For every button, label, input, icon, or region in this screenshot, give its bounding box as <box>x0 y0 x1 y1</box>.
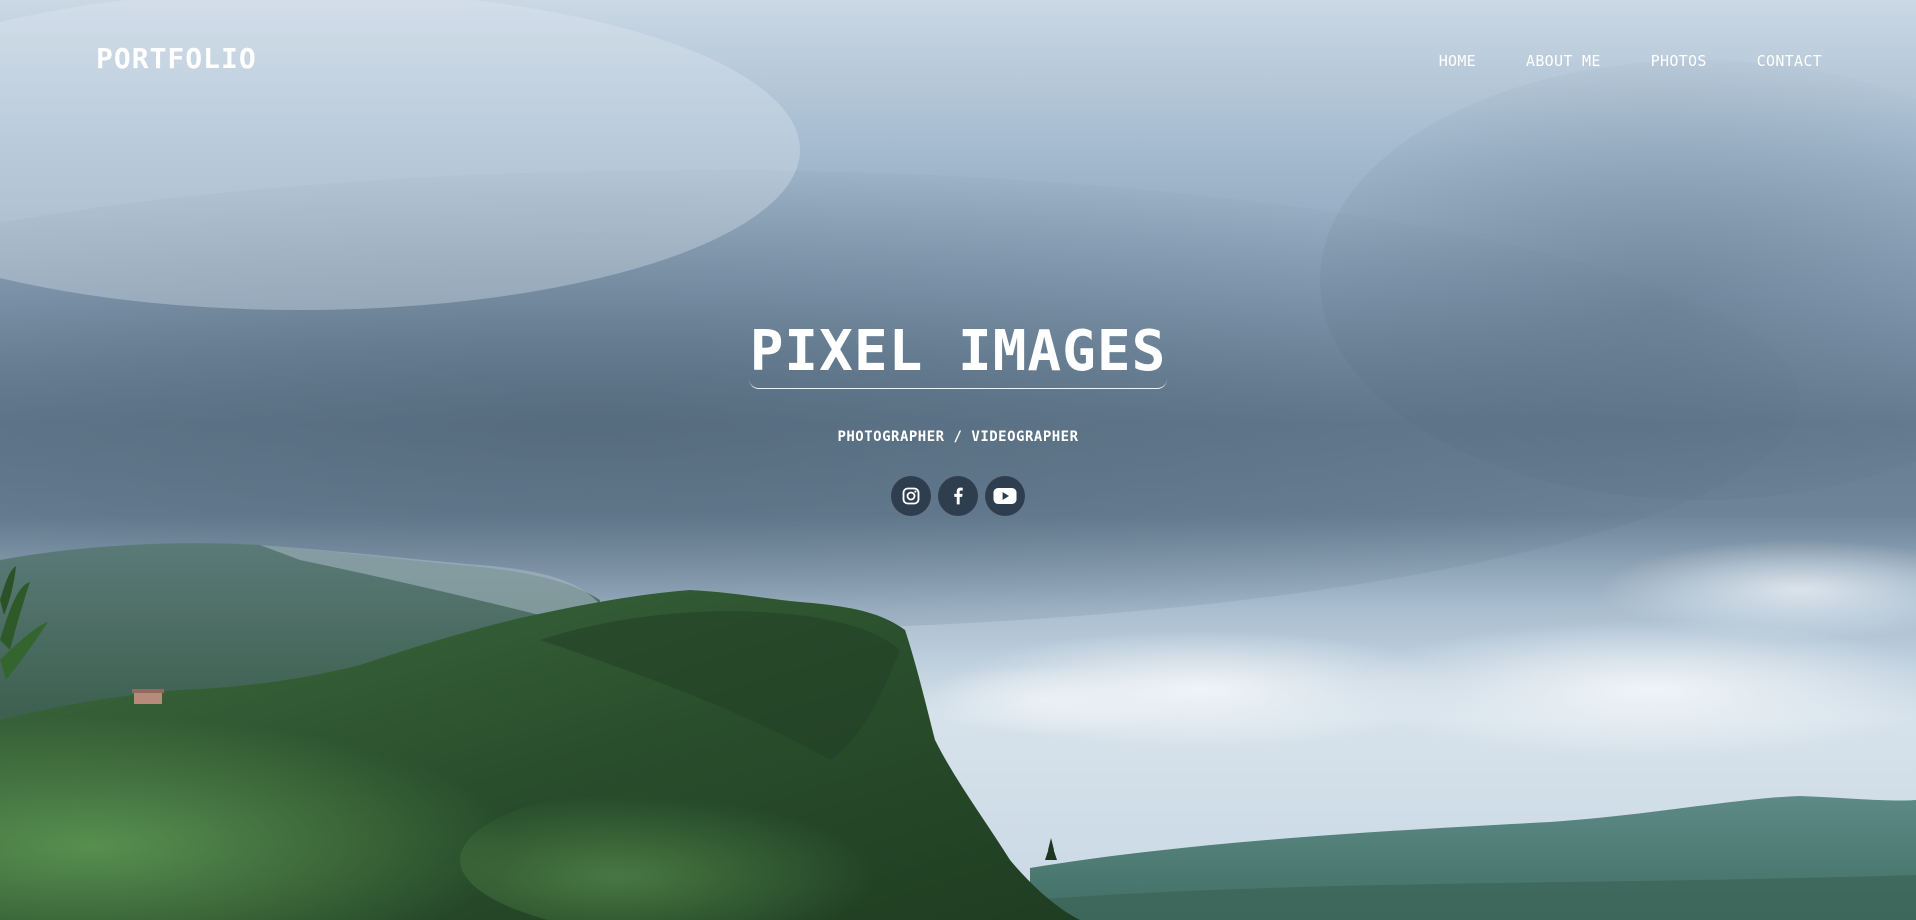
hero-section: PORTFOLIO HOME ABOUT ME PHOTOS CONTACT P… <box>0 0 1916 920</box>
instagram-icon <box>902 487 920 505</box>
youtube-icon <box>993 488 1017 504</box>
nav-link-photos[interactable]: PHOTOS <box>1651 52 1707 70</box>
logo-link[interactable]: PORTFOLIO <box>96 42 257 75</box>
youtube-button[interactable] <box>985 476 1025 516</box>
instagram-button[interactable] <box>891 476 931 516</box>
facebook-icon <box>954 487 963 505</box>
facebook-button[interactable] <box>938 476 978 516</box>
top-navbar: PORTFOLIO HOME ABOUT ME PHOTOS CONTACT <box>0 0 1916 120</box>
nav-link-home[interactable]: HOME <box>1439 52 1476 70</box>
page-title: PIXEL IMAGES <box>749 319 1167 384</box>
title-underline: PIXEL IMAGES <box>748 318 1168 389</box>
social-links <box>0 476 1916 516</box>
nav-link-contact[interactable]: CONTACT <box>1757 52 1822 70</box>
nav-link-about-me[interactable]: ABOUT ME <box>1526 52 1601 70</box>
hero-content: PIXEL IMAGES PHOTOGRAPHER / VIDEOGRAPHER <box>0 318 1916 516</box>
page-subtitle: PHOTOGRAPHER / VIDEOGRAPHER <box>837 429 1079 445</box>
nav-menu: HOME ABOUT ME PHOTOS CONTACT <box>1389 52 1822 70</box>
